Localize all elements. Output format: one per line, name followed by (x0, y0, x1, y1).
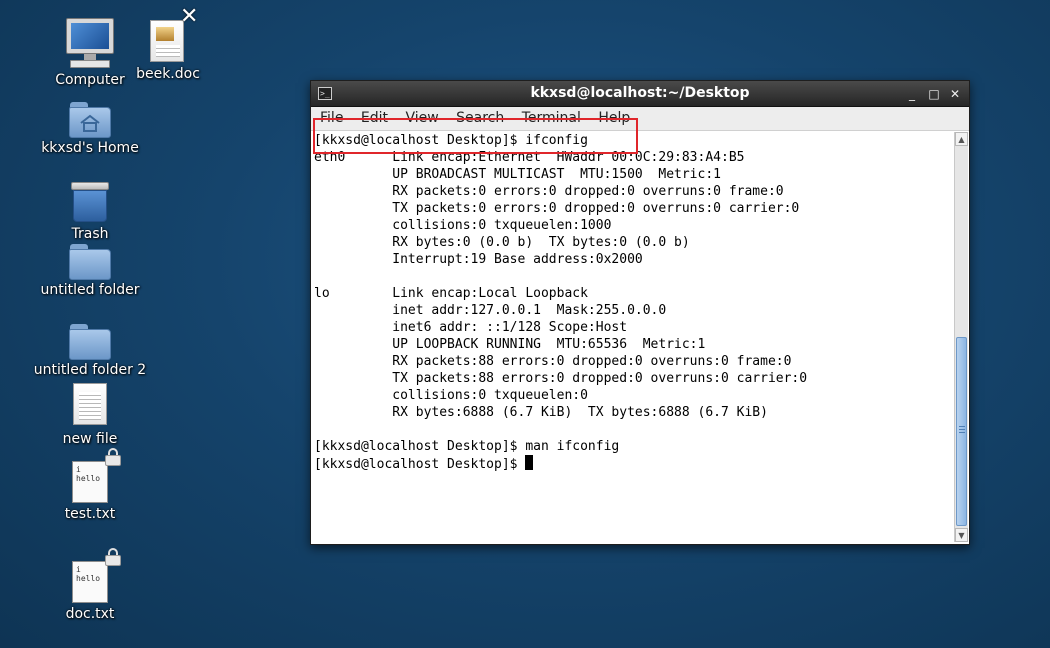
menu-view[interactable]: View (405, 110, 438, 126)
desktop-icon-label: beek.doc (136, 66, 200, 82)
terminal-prompt-line: [kkxsd@localhost Desktop]$ (314, 455, 955, 473)
vertical-scrollbar[interactable]: ▲ ▼ (954, 132, 968, 542)
terminal-line: inet6 addr: ::1/128 Scope:Host (314, 320, 628, 335)
terminal-line: [kkxsd@localhost Desktop]$ ifconfig (314, 133, 588, 148)
text-file-icon: i hello (72, 561, 108, 603)
computer-icon (66, 18, 114, 70)
close-icon: ✕ (180, 4, 199, 29)
desktop-icon-test-txt[interactable]: i hello test.txt (30, 461, 150, 522)
text-file-icon: i hello (72, 461, 108, 503)
terminal-line: UP BROADCAST MULTICAST MTU:1500 Metric:1 (314, 167, 721, 182)
terminal-line: RX bytes:6888 (6.7 KiB) TX bytes:6888 (6… (314, 405, 768, 420)
minimize-button[interactable]: _ (903, 85, 921, 103)
terminal-line: UP LOOPBACK RUNNING MTU:65536 Metric:1 (314, 337, 706, 352)
desktop-icon-beek-doc[interactable]: beek.doc (108, 20, 228, 82)
terminal-line: TX packets:88 errors:0 dropped:0 overrun… (314, 371, 808, 386)
folder-icon (69, 324, 111, 360)
desktop-icon-label: doc.txt (65, 606, 115, 622)
scroll-down-arrow-icon[interactable]: ▼ (955, 528, 968, 542)
lock-icon (105, 448, 121, 466)
desktop-icon-new-file[interactable]: new file (30, 383, 150, 447)
terminal-line: inet addr:127.0.0.1 Mask:255.0.0.0 (314, 303, 667, 318)
file-icon (73, 383, 107, 425)
terminal-line: collisions:0 txqueuelen:0 (314, 388, 588, 403)
trash-icon (69, 180, 111, 224)
terminal-output[interactable]: [kkxsd@localhost Desktop]$ ifconfig eth0 … (313, 132, 955, 540)
desktop-icon-untitled-folder[interactable]: untitled folder (30, 244, 150, 298)
desktop-icon-untitled-folder-2[interactable]: untitled folder 2 (30, 324, 150, 378)
desktop-icon-doc-txt[interactable]: i hello doc.txt (30, 561, 150, 622)
desktop-icon-trash[interactable]: Trash (30, 180, 150, 242)
desktop-icon-home[interactable]: kkxsd's Home (30, 102, 150, 156)
terminal-window[interactable]: >_ kkxsd@localhost:~/Desktop _ □ ✕ File … (310, 80, 970, 545)
home-folder-icon (69, 102, 111, 138)
desktop-icon-label: test.txt (64, 506, 116, 522)
menu-help[interactable]: Help (598, 110, 630, 126)
menu-search[interactable]: Search (456, 110, 504, 126)
menu-terminal[interactable]: Terminal (522, 110, 581, 126)
menu-edit[interactable]: Edit (361, 110, 388, 126)
window-titlebar[interactable]: >_ kkxsd@localhost:~/Desktop _ □ ✕ (311, 81, 969, 107)
folder-icon (69, 244, 111, 280)
scroll-up-arrow-icon[interactable]: ▲ (955, 132, 968, 146)
desktop-icon-label: new file (62, 431, 118, 447)
terminal-line: Interrupt:19 Base address:0x2000 (314, 252, 643, 267)
terminal-line: RX packets:88 errors:0 dropped:0 overrun… (314, 354, 792, 369)
terminal-line: collisions:0 txqueuelen:1000 (314, 218, 612, 233)
terminal-line: lo Link encap:Local Loopback (314, 286, 588, 301)
desktop-icon-label: untitled folder (40, 282, 140, 298)
desktop-icon-label: kkxsd's Home (41, 140, 139, 156)
window-title: kkxsd@localhost:~/Desktop (530, 85, 750, 101)
menu-bar: File Edit View Search Terminal Help (311, 107, 969, 131)
terminal-line: RX bytes:0 (0.0 b) TX bytes:0 (0.0 b) (314, 235, 690, 250)
terminal-line: eth0 Link encap:Ethernet HWaddr 00:0C:29… (314, 150, 745, 165)
lock-icon (105, 548, 121, 566)
desktop-icon-label: Trash (71, 226, 109, 242)
menu-file[interactable]: File (320, 110, 343, 126)
scrollbar-thumb[interactable] (956, 337, 967, 526)
terminal-prompt: [kkxsd@localhost Desktop]$ (314, 457, 526, 472)
text-cursor (525, 455, 534, 470)
terminal-line: RX packets:0 errors:0 dropped:0 overruns… (314, 184, 784, 199)
maximize-button[interactable]: □ (925, 85, 943, 103)
desktop-icon-label: untitled folder 2 (33, 362, 147, 378)
close-button[interactable]: ✕ (946, 85, 964, 103)
terminal-line: TX packets:0 errors:0 dropped:0 overruns… (314, 201, 800, 216)
terminal-line: [kkxsd@localhost Desktop]$ man ifconfig (314, 439, 620, 454)
